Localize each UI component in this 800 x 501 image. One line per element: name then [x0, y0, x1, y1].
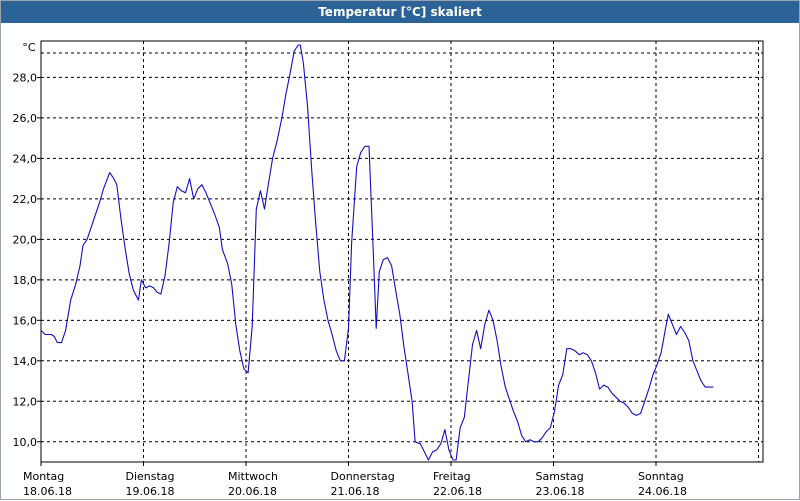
- x-tick-date-label: 19.06.18: [126, 485, 175, 498]
- y-tick-label: 12,0: [13, 395, 38, 408]
- x-tick-day-label: Mittwoch: [228, 470, 278, 483]
- y-tick-label: 18,0: [13, 274, 38, 287]
- y-tick-label: 10,0: [13, 436, 38, 449]
- temperature-chart: 10,0 12,0 14,0 16,0 18,0 20,0 22,0 24,0 26,0 28,0…: [13, 40, 764, 498]
- chart-window: Temperatur [°C] skaliert 10,0 12,0 14,0 16,…: [0, 0, 800, 500]
- y-tick-label: 26,0: [13, 112, 38, 125]
- y-axis-unit-label: °C: [22, 41, 36, 54]
- x-tick-date-label: 20.06.18: [228, 485, 277, 498]
- x-tick-day-label: Samstag: [536, 470, 584, 483]
- y-tick-label: 28,0: [13, 71, 38, 84]
- x-tick-day-label: Donnerstag: [331, 470, 395, 483]
- x-tick-day-label: Freitag: [433, 470, 471, 483]
- x-tick-date-label: 21.06.18: [331, 485, 380, 498]
- x-tick-date-label: 18.06.18: [23, 485, 72, 498]
- y-tick-label: 16,0: [13, 314, 38, 327]
- x-tick-day-label: Dienstag: [126, 470, 175, 483]
- y-tick-label: 14,0: [13, 355, 38, 368]
- x-tick-date-label: 22.06.18: [433, 485, 482, 498]
- plot-frame: [40, 40, 764, 463]
- x-tick-day-label: Sonntag: [638, 470, 684, 483]
- temperature-series-line: [40, 44, 714, 461]
- y-tick-label: 20,0: [13, 233, 38, 246]
- x-tick-day-label: Montag: [23, 470, 64, 483]
- y-tick-label: 22,0: [13, 193, 38, 206]
- y-tick-label: 24,0: [13, 152, 38, 165]
- x-tick-date-label: 23.06.18: [536, 485, 585, 498]
- x-tick-date-label: 24.06.18: [638, 485, 687, 498]
